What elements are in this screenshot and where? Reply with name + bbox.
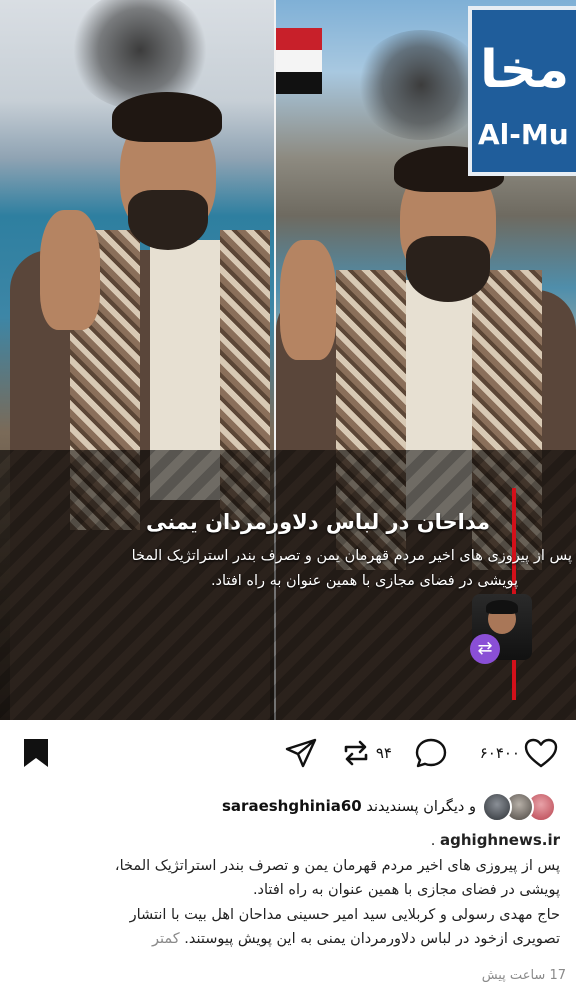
post-subtitle-line2: پویشی در فضای مجازی با همین عنوان به راه… <box>210 573 518 589</box>
post-image[interactable]: مخا Al-Mu مداحان در لباس دلاورمردان یمنی… <box>0 0 576 720</box>
post-caption: aghighnews.ir . پس از پیروزی های اخیر مر… <box>8 828 560 952</box>
post-headline: مداحان در لباس دلاورمردان یمنی <box>145 510 490 534</box>
yemen-flag <box>276 28 322 94</box>
bookmark-icon[interactable] <box>22 737 50 769</box>
save-action[interactable] <box>22 738 50 768</box>
caption-line: حاج مهدی رسولی و کربلایی سید امیر حسینی … <box>129 906 560 923</box>
caption-link[interactable]: aghighnews.ir <box>440 831 560 849</box>
repost-icon[interactable] <box>340 737 372 769</box>
reposts-count: ۹۴ <box>375 744 392 762</box>
like-action[interactable]: ۶۰۴۰۰ <box>476 738 558 768</box>
heart-icon[interactable] <box>524 738 558 768</box>
show-less-link[interactable]: کمتر <box>152 931 180 947</box>
sign-arabic-text: مخا <box>480 40 570 100</box>
repost-badge-icon: ⇄ <box>470 634 500 664</box>
comment-action[interactable] <box>414 738 448 768</box>
comment-icon[interactable] <box>414 737 448 769</box>
caption-line: تصویری ازخود در لباس دلاورمردان یمنی به … <box>184 931 560 947</box>
post-timestamp: 17 ساعت پیش <box>481 968 566 983</box>
avatar <box>482 792 512 822</box>
post-subtitle-line1: پس از پیروزی های اخیر مردم قهرمان یمن و … <box>131 548 572 564</box>
caption-dot: . <box>430 833 436 849</box>
repost-action[interactable]: ۹۴ <box>340 738 396 768</box>
caption-line: پویشی در فضای مجازی با همین عنوان به راه… <box>252 882 560 898</box>
liked-by-prefix: و دیگران پسندیدند <box>366 799 476 815</box>
share-icon[interactable] <box>284 737 318 769</box>
liked-by-username[interactable]: saraeshghinia60 <box>222 797 362 815</box>
action-bar: ۶۰۴۰۰ ۹۴ <box>0 724 576 784</box>
caption-line: پس از پیروزی های اخیر مردم قهرمان یمن و … <box>114 857 560 874</box>
liked-by-row[interactable]: و دیگران پسندیدند saraeshghinia60 <box>0 788 576 824</box>
share-action[interactable] <box>284 738 318 768</box>
liked-by-text: و دیگران پسندیدند saraeshghinia60 <box>222 797 476 815</box>
likes-count: ۶۰۴۰۰ <box>479 744 520 762</box>
mocha-sign: مخا Al-Mu <box>468 6 576 176</box>
sign-latin-text: Al-Mu <box>478 118 569 151</box>
liker-avatars[interactable] <box>482 792 556 822</box>
